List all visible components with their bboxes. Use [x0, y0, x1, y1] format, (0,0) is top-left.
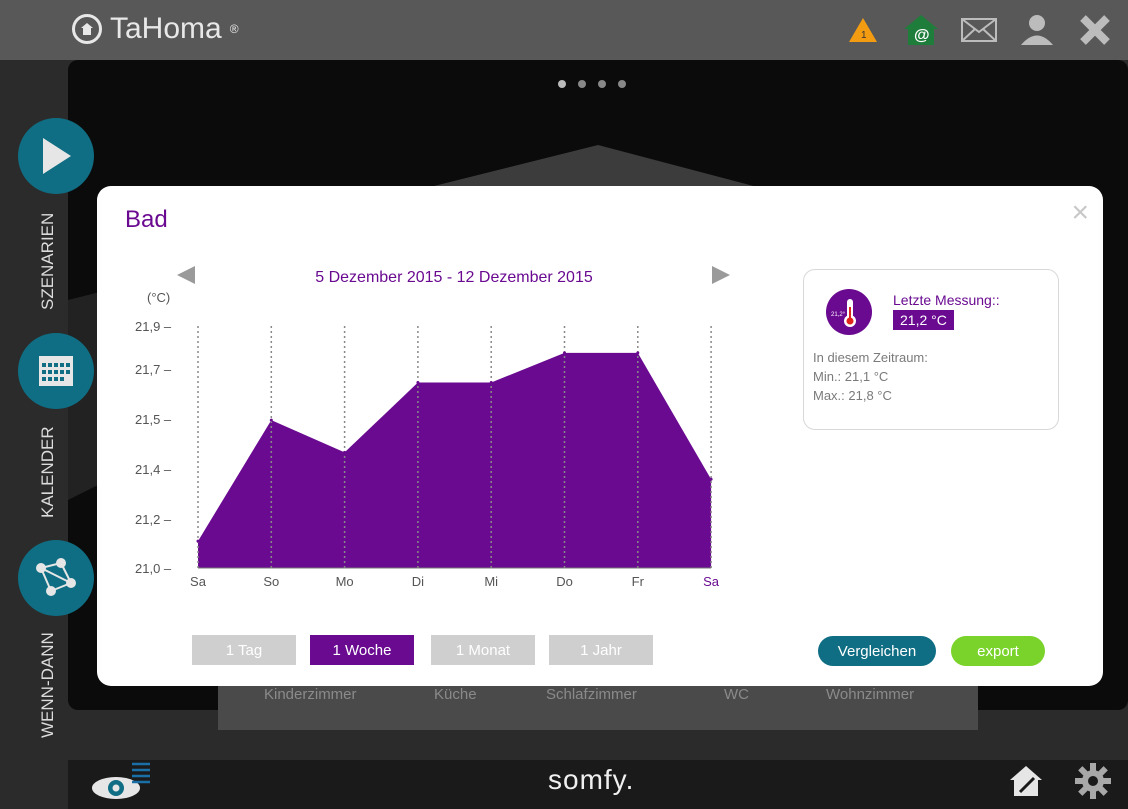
svg-text:1: 1 — [861, 30, 867, 41]
somfy-logo: somfy. — [548, 764, 635, 795]
last-measurement-value: 21,2 °C — [893, 310, 954, 330]
scenarios-play-button[interactable] — [18, 118, 94, 194]
prev-arrow-icon[interactable] — [177, 266, 195, 284]
x-tick-label: Mo — [336, 574, 354, 589]
moon-icon — [1028, 120, 1088, 190]
rail-label-if-then[interactable]: WENN-DANN — [38, 632, 58, 738]
compare-button[interactable]: Vergleichen — [818, 636, 936, 666]
room-item[interactable]: Wohnzimmer — [826, 686, 914, 703]
data-point — [196, 539, 200, 543]
home-logo-icon — [72, 14, 102, 44]
range-1-month-button[interactable]: 1 Monat — [431, 635, 535, 665]
settings-gear-icon[interactable] — [1072, 760, 1114, 807]
measurement-modal: Bad × 5 Dezember 2015 - 12 Dezember 2015… — [97, 186, 1103, 686]
rail-label-scenarios[interactable]: SZENARIEN — [38, 213, 58, 310]
carousel-dot[interactable] — [578, 80, 586, 88]
x-tick-label: So — [263, 574, 279, 589]
room-item[interactable]: Kinderzimmer — [264, 686, 357, 703]
period-label: In diesem Zeitraum: — [813, 350, 928, 365]
data-point — [416, 380, 420, 384]
app-reg: ® — [229, 22, 239, 36]
home-web-icon[interactable]: @ — [902, 12, 940, 48]
close-icon[interactable] — [1076, 12, 1114, 48]
warning-icon[interactable]: 1 — [844, 12, 882, 48]
thermometer-icon: 21,2° — [826, 289, 872, 335]
top-bar: TaHoma ® 1 @ — [0, 0, 1128, 60]
info-card: 21,2° Letzte Messung:: 21,2 °C In diesem… — [803, 269, 1059, 430]
x-tick-label: Do — [556, 574, 573, 589]
y-tick-label: 21,7 – — [135, 362, 172, 377]
home-edit-icon[interactable] — [1006, 762, 1046, 805]
x-tick-label: Sa — [190, 574, 207, 589]
data-point — [563, 351, 566, 355]
data-point — [269, 418, 273, 422]
left-rail: SZENARIEN KALENDER WENN-DANN — [0, 60, 100, 809]
range-1-week-button[interactable]: 1 Woche — [310, 635, 414, 665]
y-tick-label: 21,2 – — [135, 512, 172, 527]
period-min: Min.: 21,1 °C — [813, 369, 889, 384]
period-max: Max.: 21,8 °C — [813, 388, 892, 403]
data-point — [343, 450, 347, 454]
room-item[interactable]: Schlafzimmer — [546, 686, 637, 703]
room-item[interactable]: Küche — [434, 686, 477, 703]
if-then-button[interactable] — [18, 540, 94, 616]
user-icon[interactable] — [1018, 12, 1056, 48]
app-name: TaHoma — [110, 12, 222, 45]
x-tick-label: Fr — [632, 574, 645, 589]
therm-mini-text: 21,2° — [831, 312, 846, 318]
y-tick-label: 21,4 – — [135, 462, 172, 477]
y-unit-label: (°C) — [147, 290, 170, 305]
data-point — [636, 351, 640, 355]
temperature-area — [198, 352, 712, 568]
x-tick-label: Mi — [484, 574, 498, 589]
export-button[interactable]: export — [951, 636, 1045, 666]
data-point — [709, 477, 713, 481]
eye-list-icon[interactable] — [88, 760, 158, 807]
room-item[interactable]: WC — [724, 686, 749, 703]
x-tick-label: Di — [412, 574, 424, 589]
x-tick-label: Sa — [703, 574, 720, 589]
rail-label-calendar[interactable]: KALENDER — [38, 426, 58, 518]
period-stats: In diesem Zeitraum: Min.: 21,1 °C Max.: … — [813, 348, 928, 405]
carousel-dot[interactable] — [558, 80, 566, 88]
carousel-dot[interactable] — [618, 80, 626, 88]
range-1-year-button[interactable]: 1 Jahr — [549, 635, 653, 665]
brand: TaHoma ® — [72, 12, 239, 46]
last-measurement-label: Letzte Messung:: — [893, 292, 1000, 308]
next-arrow-icon[interactable] — [712, 266, 730, 284]
y-tick-label: 21,5 – — [135, 412, 172, 427]
y-tick-label: 21,9 – — [135, 319, 172, 334]
data-point — [489, 380, 493, 384]
y-tick-label: 21,0 – — [135, 561, 172, 576]
carousel-dot[interactable] — [598, 80, 606, 88]
mail-icon[interactable] — [960, 12, 998, 48]
modal-close-button[interactable]: × — [1071, 198, 1089, 228]
temperature-chart: 5 Dezember 2015 - 12 Dezember 2015 (°C) 21… — [135, 266, 730, 589]
carousel-dots[interactable] — [558, 80, 626, 88]
range-1-day-button[interactable]: 1 Tag — [192, 635, 296, 665]
calendar-button[interactable] — [18, 333, 94, 409]
svg-text:@: @ — [914, 27, 930, 44]
date-range: 5 Dezember 2015 - 12 Dezember 2015 — [315, 269, 593, 286]
